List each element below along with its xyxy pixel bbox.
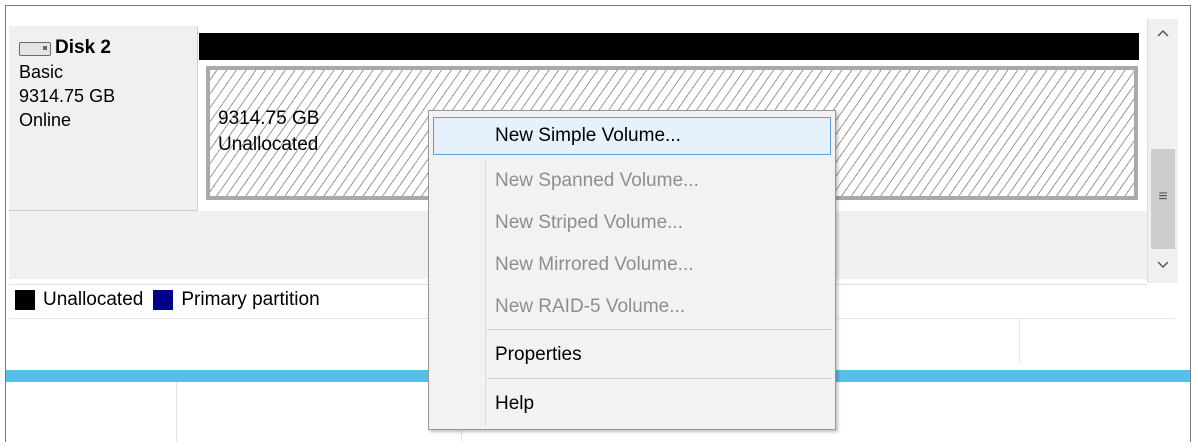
disk-drive-icon [19, 42, 51, 56]
volume-size: 9314.75 GB [218, 108, 320, 129]
scroll-thumb[interactable]: ≡ [1151, 149, 1175, 249]
menu-separator [487, 329, 831, 330]
disk-title: Disk 2 [19, 36, 197, 60]
menu-item-new-raid5-volume[interactable]: New RAID-5 Volume... [433, 288, 831, 326]
chevron-down-icon [1157, 261, 1169, 269]
disk-type: Basic [19, 62, 64, 82]
menu-item-new-simple-volume[interactable]: New Simple Volume... [433, 117, 831, 155]
disk-info-panel[interactable]: Disk 2 Basic 9314.75 GB Online [9, 26, 198, 211]
disk-name: Disk 2 [55, 37, 111, 58]
chevron-up-icon [1157, 29, 1169, 37]
volume-info: 9314.75 GB Unallocated [218, 106, 319, 158]
vertical-scrollbar[interactable]: ≡ [1147, 19, 1178, 283]
volume-status: Unallocated [218, 134, 319, 155]
menu-item-new-spanned-volume[interactable]: New Spanned Volume... [433, 162, 831, 200]
menu-item-new-mirrored-volume[interactable]: New Mirrored Volume... [433, 246, 831, 284]
legend-swatch-primary [153, 290, 174, 310]
disk-size: 9314.75 GB [19, 86, 116, 106]
legend-label-primary: Primary partition [181, 289, 320, 310]
status-divider [1019, 319, 1020, 363]
scroll-grip-icon: ≡ [1158, 188, 1168, 205]
scroll-down-button[interactable] [1148, 251, 1178, 279]
menu-item-properties[interactable]: Properties [433, 336, 831, 374]
menu-item-help[interactable]: Help [433, 385, 831, 423]
pane-divider [176, 382, 177, 442]
legend-swatch-unallocated [15, 290, 35, 310]
menu-separator [487, 378, 831, 379]
menu-item-new-striped-volume[interactable]: New Striped Volume... [433, 204, 831, 242]
volume-type-bar [199, 33, 1139, 60]
disk-status: Online [19, 110, 72, 130]
scroll-up-button[interactable] [1148, 19, 1178, 47]
context-menu: New Simple Volume... New Spanned Volume.… [428, 110, 836, 430]
legend-label-unallocated: Unallocated [43, 289, 144, 310]
